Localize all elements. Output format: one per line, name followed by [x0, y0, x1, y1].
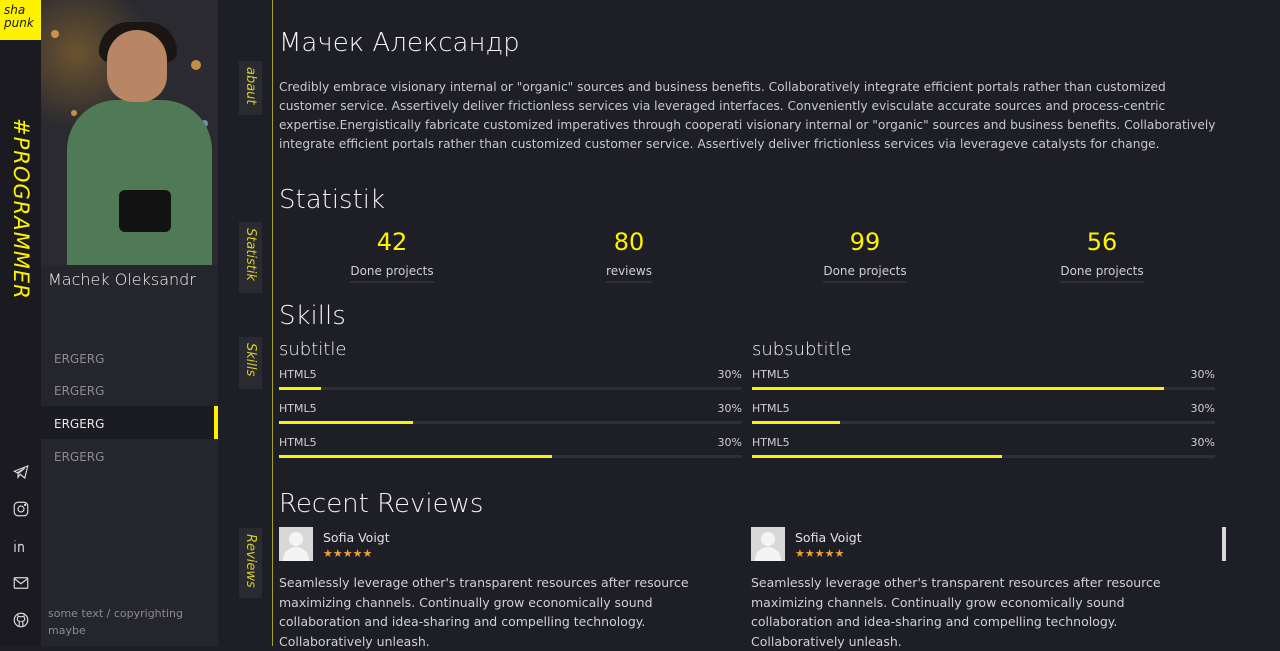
stat-label: Done projects — [1060, 264, 1144, 283]
skill-fill — [752, 455, 1003, 458]
section-tab-label: Reviews — [243, 534, 258, 588]
skill-name: HTML5 — [279, 436, 317, 449]
section-tab-label: Skills — [243, 343, 258, 377]
menu-item-1[interactable]: ERGERG — [41, 341, 218, 374]
profile-panel: Machek Oleksandr ERGERG ERGERG ERGERG ER… — [41, 0, 218, 646]
menu-item-label: ERGERG — [54, 384, 105, 398]
skill-bar: HTML5 30% — [279, 368, 742, 390]
skill-track — [752, 387, 1215, 390]
skill-fill — [279, 387, 321, 390]
skill-percent: 30% — [717, 368, 742, 381]
menu-item-label: ERGERG — [54, 352, 105, 366]
skill-fill — [752, 421, 840, 424]
copyright-text: some text / copyrighting maybe — [48, 607, 183, 637]
skills-subtitle-left: subtitle — [279, 339, 347, 360]
about-title: Мачек Александр — [279, 28, 520, 58]
review-text: Seamlessly leverage other's transparent … — [751, 575, 1161, 649]
skill-percent: 30% — [717, 402, 742, 415]
avatar — [751, 527, 785, 561]
stat-label: Done projects — [823, 264, 907, 283]
skill-bar: HTML5 30% — [279, 402, 742, 424]
logo-line-2: punk — [4, 16, 34, 30]
menu-item-4[interactable]: ERGERG — [41, 439, 218, 472]
skill-percent: 30% — [1190, 368, 1215, 381]
skill-name: HTML5 — [752, 402, 790, 415]
left-bar: sha punk #PROGRAMMER — [0, 0, 41, 646]
skill-percent: 30% — [1190, 402, 1215, 415]
skill-percent: 30% — [717, 436, 742, 449]
reviewer-name: Sofia Voigt — [795, 530, 862, 545]
profile-photo — [41, 0, 218, 265]
instagram-icon[interactable] — [12, 500, 32, 520]
vertical-title: #PROGRAMMER — [9, 118, 33, 300]
skill-name: HTML5 — [279, 368, 317, 381]
skill-name: HTML5 — [752, 368, 790, 381]
review-text: Seamlessly leverage other's transparent … — [279, 575, 689, 649]
menu-item-2[interactable]: ERGERG — [41, 373, 218, 406]
menu-item-label: ERGERG — [54, 450, 105, 464]
stat-label: reviews — [606, 264, 652, 283]
stat-item: 80 reviews — [539, 228, 719, 283]
about-text: Credibly embrace visionary internal or "… — [279, 80, 1216, 151]
github-icon[interactable] — [12, 611, 32, 631]
stat-value: 56 — [1086, 228, 1118, 256]
section-tab-about[interactable]: abaut — [239, 61, 262, 115]
telegram-icon[interactable] — [12, 463, 32, 483]
skill-fill — [279, 421, 414, 424]
linkedin-icon[interactable] — [12, 537, 32, 557]
profile-name: Machek Oleksandr — [48, 270, 196, 289]
skill-track — [752, 455, 1215, 458]
stat-value: 42 — [376, 228, 408, 256]
skill-track — [279, 421, 742, 424]
menu-item-label: ERGERG — [54, 417, 105, 431]
reviews-title: Recent Reviews — [279, 489, 484, 519]
statistik-title: Statistik — [279, 185, 386, 215]
stat-value: 99 — [849, 228, 881, 256]
stat-item: 56 Done projects — [1012, 228, 1192, 283]
skill-bar: HTML5 30% — [752, 436, 1215, 458]
stat-value: 80 — [613, 228, 645, 256]
stat-item: 42 Done projects — [302, 228, 482, 283]
skills-title: Skills — [279, 301, 346, 331]
skills-subtitle-right: subsubtitle — [752, 339, 852, 360]
stat-label: Done projects — [350, 264, 434, 283]
skill-fill — [752, 387, 1165, 390]
skill-bar: HTML5 30% — [752, 368, 1215, 390]
section-tab-skills[interactable]: Skills — [239, 337, 262, 389]
section-tab-statistik[interactable]: Statistik — [239, 222, 262, 293]
logo[interactable]: sha punk — [0, 0, 41, 40]
next-review-card-edge[interactable] — [1222, 527, 1226, 561]
skill-track — [279, 455, 742, 458]
skill-bar: HTML5 30% — [752, 402, 1215, 424]
avatar — [279, 527, 313, 561]
rating-stars: ★★★★★ — [795, 547, 845, 560]
skill-name: HTML5 — [752, 436, 790, 449]
reviewer-name: Sofia Voigt — [323, 530, 390, 545]
skill-name: HTML5 — [279, 402, 317, 415]
mail-icon[interactable] — [12, 574, 32, 594]
skill-track — [752, 421, 1215, 424]
menu-item-3-active[interactable]: ERGERG — [41, 406, 218, 439]
skill-fill — [279, 455, 553, 458]
section-tab-label: Statistik — [243, 228, 258, 282]
vertical-divider — [272, 0, 273, 646]
skill-percent: 30% — [1190, 436, 1215, 449]
vertical-title-text: #PROGRAMMER — [9, 118, 33, 300]
skill-track — [279, 387, 742, 390]
skill-bar: HTML5 30% — [279, 436, 742, 458]
rating-stars: ★★★★★ — [323, 547, 373, 560]
section-tab-label: abaut — [243, 67, 258, 105]
section-tab-reviews[interactable]: Reviews — [239, 528, 262, 598]
stat-item: 99 Done projects — [775, 228, 955, 283]
